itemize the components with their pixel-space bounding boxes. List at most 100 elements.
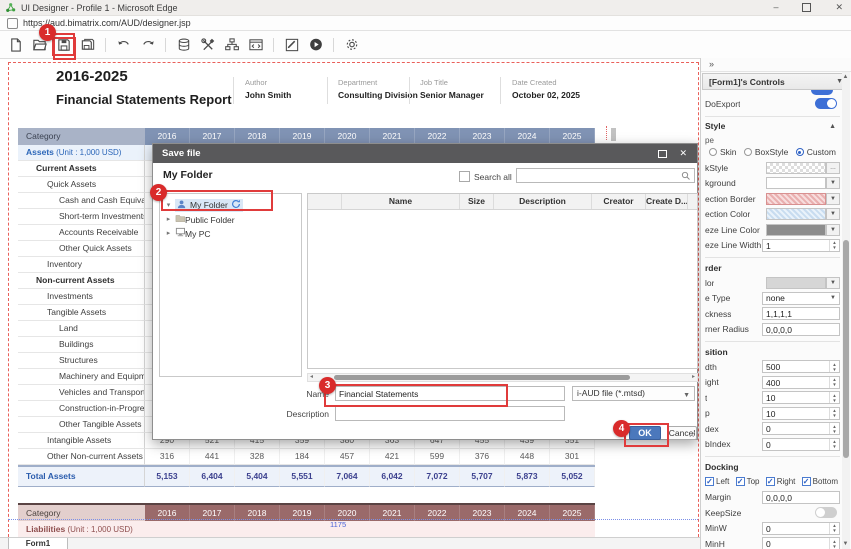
text-input[interactable]: 0,0,0,0 [762,491,840,504]
color-swatch[interactable] [766,208,826,220]
minimize-icon[interactable]: – [773,3,778,12]
toggle-switch[interactable] [815,507,837,518]
panel-collapse-icon[interactable]: » [701,58,851,72]
run-icon[interactable] [307,36,324,53]
save-as-icon[interactable] [79,36,96,53]
tree-item-public-folder[interactable]: ▸Public Folder [160,212,301,226]
dock-checkbox-left[interactable]: ✓Left [705,477,729,486]
table-vertical-scrollbar[interactable] [611,128,616,141]
dialog-maximize-icon[interactable] [658,150,667,158]
list-column-header[interactable]: Name [342,194,460,209]
chevron-right-icon[interactable]: ▸ [165,215,172,223]
checkbox-checked-icon[interactable]: ✓ [802,477,811,486]
spinner-input[interactable]: 500▲▼ [762,360,840,373]
dialog-resize-handle[interactable] [689,431,695,437]
address-bar[interactable]: https://aud.bimatrix.com/AUD/designer.js… [0,16,851,31]
spinner-input[interactable]: 0▲▼ [762,422,840,435]
search-all-option[interactable]: Search all [459,171,512,182]
radio-option-custom[interactable]: Custom [796,147,836,157]
chevron-down-icon[interactable]: ▼ [826,193,840,205]
scroll-down-icon[interactable]: ▼ [842,541,849,547]
tree-item-my-pc[interactable]: ▸My PC [160,226,301,240]
undo-icon[interactable] [115,36,132,53]
scroll-right-icon[interactable]: ▸ [692,374,695,381]
settings-icon[interactable] [343,36,360,53]
color-swatch[interactable] [766,277,826,289]
list-column-header[interactable] [308,194,342,209]
spinner-input[interactable]: 0▲▼ [762,522,840,535]
hierarchy-icon[interactable] [223,36,240,53]
new-file-icon[interactable] [7,36,24,53]
file-list[interactable]: NameSizeDescriptionCreatorCreate D... [307,193,698,369]
spinner-input[interactable]: 10▲▼ [762,391,840,404]
color-swatch[interactable] [766,193,826,205]
spinner-arrows[interactable]: ▲▼ [829,361,839,372]
spinner-arrows[interactable]: ▲▼ [829,523,839,534]
edit-icon[interactable] [283,36,300,53]
chevron-down-icon[interactable]: ▼ [826,277,840,289]
radio-option-boxstyle[interactable]: BoxStyle [744,147,789,157]
search-input[interactable] [516,168,695,183]
spinner-input[interactable]: 400▲▼ [762,376,840,389]
list-column-header[interactable]: Create D... [646,194,688,209]
controls-dropdown[interactable]: [Form1]'s Controls▼ [702,73,850,90]
scroll-left-icon[interactable]: ◂ [310,374,313,381]
search-all-checkbox[interactable] [459,171,470,182]
description-input[interactable] [335,406,565,421]
maximize-icon[interactable] [802,3,811,12]
radio-option-skin[interactable]: Skin [709,147,737,157]
checkbox-checked-icon[interactable]: ✓ [766,477,775,486]
spinner-arrows[interactable]: ▲▼ [829,377,839,388]
close-icon[interactable]: ✕ [835,3,843,12]
color-swatch[interactable] [766,224,826,236]
radio-icon[interactable] [744,148,752,156]
checkbox-checked-icon[interactable]: ✓ [705,477,714,486]
list-column-header[interactable]: Size [460,194,494,209]
spinner-arrows[interactable]: ▲▼ [829,439,839,450]
scroll-up-icon[interactable]: ▲ [842,74,849,80]
hscroll-thumb[interactable] [334,375,630,380]
spinner-arrows[interactable]: ▲▼ [829,538,839,549]
file-list-hscrollbar[interactable]: ◂ ▸ [307,373,698,382]
spinner-arrows[interactable]: ▲▼ [829,408,839,419]
redo-icon[interactable] [139,36,156,53]
toggle-switch[interactable] [815,98,837,109]
data-icon[interactable] [175,36,192,53]
spinner-input[interactable]: 0▲▼ [762,438,840,451]
dock-checkbox-bottom[interactable]: ✓Bottom [802,477,838,486]
dialog-titlebar[interactable]: Save file ✕ [153,144,697,163]
select-input[interactable]: none▼ [762,292,840,305]
spinner-arrows[interactable]: ▲▼ [829,423,839,434]
file-type-dropdown[interactable]: i-AUD file (*.mtsd)▼ [572,386,695,401]
tools-icon[interactable] [199,36,216,53]
radio-icon[interactable] [709,148,717,156]
form-tab[interactable]: Form1 [8,538,68,549]
list-column-header[interactable]: Description [494,194,592,209]
color-swatch[interactable] [766,162,826,174]
checkbox-checked-icon[interactable]: ✓ [736,477,745,486]
panel-row-control: 0▲▼ [762,438,840,451]
spinner-input[interactable]: 10▲▼ [762,407,840,420]
spinner-arrows[interactable]: ▲▼ [829,392,839,403]
spinner-arrows[interactable]: ▲▼ [829,240,839,251]
chevron-down-icon[interactable]: ▼ [826,208,840,220]
text-input[interactable]: 0,0,0,0 [762,323,840,336]
ellipsis-button[interactable]: … [826,162,840,174]
code-icon[interactable] [247,36,264,53]
color-swatch[interactable] [766,177,826,189]
spinner-input[interactable]: 0▲▼ [762,537,840,549]
panel-scrollbar[interactable]: ▲ ▼ [842,72,850,549]
radio-icon[interactable] [796,148,804,156]
panel-scroll-thumb[interactable] [843,240,849,458]
list-column-header[interactable]: Creator [592,194,646,209]
spinner-input[interactable]: 1▲▼ [762,239,840,252]
chevron-down-icon[interactable]: ▼ [826,224,840,236]
dock-checkbox-right[interactable]: ✓Right [766,477,796,486]
dock-checkbox-top[interactable]: ✓Top [736,477,760,486]
dialog-close-icon[interactable]: ✕ [679,148,687,159]
radio-label: BoxStyle [755,147,789,157]
text-input[interactable]: 1,1,1,1 [762,307,840,320]
chevron-up-icon[interactable]: ▲ [829,123,836,130]
chevron-right-icon[interactable]: ▸ [165,229,172,237]
chevron-down-icon[interactable]: ▼ [826,177,840,189]
